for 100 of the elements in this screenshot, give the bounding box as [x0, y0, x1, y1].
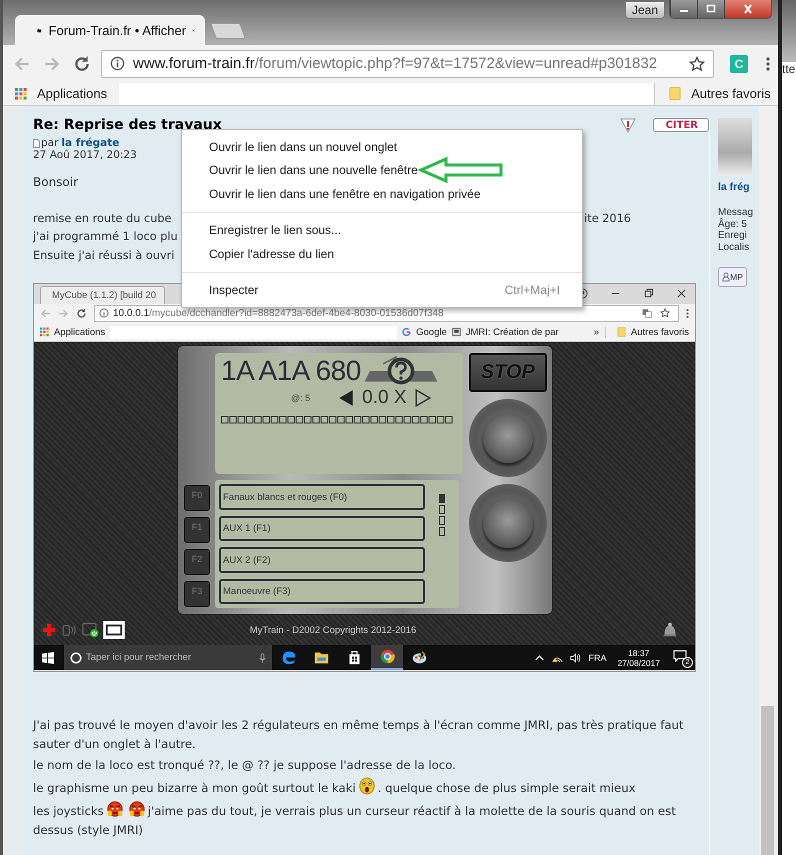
page-indicator[interactable] — [439, 516, 445, 526]
quote-button[interactable]: CITER — [652, 118, 709, 132]
angry-smiley-icon — [128, 800, 145, 818]
bookmark-link[interactable]: Applications — [54, 326, 106, 338]
clock-date[interactable]: 27/08/2017 — [617, 658, 660, 668]
maximize-button[interactable] — [697, 0, 724, 18]
more-bookmarks-button[interactable]: » — [594, 326, 606, 338]
profile-button[interactable]: Jean — [624, 1, 665, 19]
reload-icon[interactable] — [73, 54, 91, 72]
bookmark-link[interactable]: Autres favoris — [630, 326, 689, 338]
maximize-icon[interactable] — [705, 4, 717, 14]
profile-field: Âge: 5 — [718, 218, 759, 230]
close-button[interactable] — [724, 0, 771, 18]
address-bar[interactable]: www.forum-train.fr/forum/viewtopic.php?f=97&t=17572&view=unread#p301832 — [101, 50, 714, 78]
page-indicator[interactable] — [439, 527, 445, 536]
language-indicator[interactable]: FRA — [588, 652, 606, 663]
translate-icon[interactable] — [642, 308, 652, 318]
function-label[interactable]: AUX 1 (F1) — [219, 516, 425, 542]
report-icon[interactable] — [618, 117, 637, 133]
screen-icon[interactable] — [103, 621, 125, 640]
post-text: sauter d'un onglet à l'autre. — [33, 736, 196, 752]
post-text: Ensuite j'ai réussi à ouvri — [33, 248, 174, 262]
google-g-icon — [402, 327, 412, 338]
shopping-bag-icon[interactable] — [347, 650, 362, 666]
post-text: j'aime pas du tout, je verrais plus un curseur réactif à la molette de la souris quand on est — [148, 804, 676, 818]
photo-placeholder — [718, 118, 752, 176]
bookmark-link[interactable]: Autres favoris — [691, 86, 771, 101]
shocked-smiley-icon — [358, 776, 375, 794]
background-window-text: tte — [782, 62, 796, 76]
window-frame — [782, 0, 796, 62]
plus-icon[interactable] — [40, 621, 58, 640]
right-triangle-icon[interactable] — [414, 389, 431, 408]
menu-item[interactable]: Enregistrer le lien sous... — [182, 218, 582, 242]
paint-palette-icon[interactable] — [412, 650, 427, 666]
chrome-icon — [380, 649, 394, 664]
post-text: le nom de la loco est tronqué ??, le @ ?? je suppose l'adresse de la loco. — [33, 758, 456, 772]
menu-icon[interactable] — [686, 308, 689, 319]
author-link[interactable]: la frégate — [61, 137, 120, 149]
bookmark-link[interactable]: Google — [416, 326, 447, 338]
copyright-text: MyTrain - D2002 Copyrights 2012-2016 — [248, 624, 418, 636]
post-text: j'ai programmé 1 loco plu — [33, 230, 178, 244]
private-message-button[interactable]: MP — [718, 267, 747, 287]
menu-item[interactable]: Ouvrir le lien dans un nouvel onglet — [182, 135, 582, 158]
restore-icon[interactable] — [643, 288, 654, 300]
post-text: les joysticks — [33, 804, 104, 818]
menu-item[interactable]: Copier l'adresse du lien — [182, 242, 582, 266]
apps-grid-icon — [40, 327, 49, 338]
scrollbar[interactable] — [759, 106, 776, 855]
function-label[interactable]: Fanaux blancs et rouges (F0) — [219, 484, 425, 510]
page-indicator[interactable] — [439, 505, 445, 514]
function-label[interactable]: Manoeuvre (F3) — [219, 578, 425, 604]
page-icon — [452, 327, 461, 338]
menu-item[interactable]: Inspecter Ctrl+Maj+I — [182, 278, 582, 302]
speech-bubble-icon[interactable] — [673, 650, 687, 662]
speed-readout: 0.0 X — [362, 387, 407, 410]
arrow-annotation-icon — [418, 157, 504, 183]
close-icon[interactable] — [742, 4, 754, 14]
menu-item[interactable]: Ouvrir le lien dans une nouvelle fenêtre — [182, 158, 582, 182]
post-text: dessus (style JMRI) — [33, 822, 143, 838]
left-triangle-icon[interactable] — [338, 389, 354, 408]
folder-icon[interactable] — [314, 650, 329, 666]
reload-icon[interactable] — [76, 308, 87, 319]
post-text: . quelque chose de plus simple serait mieux — [378, 780, 636, 794]
apps-grid-icon[interactable] — [15, 88, 27, 100]
info-icon — [99, 308, 109, 318]
profile-name[interactable]: la frég — [718, 181, 759, 193]
chrome-taskbar-button[interactable] — [371, 645, 403, 670]
power-camera-icon[interactable] — [82, 621, 100, 640]
cortana-circle-icon — [70, 652, 82, 664]
page-indicator[interactable] — [439, 494, 445, 504]
edge-browser-icon[interactable] — [281, 650, 296, 666]
post-text: Bonsoir — [33, 175, 80, 189]
locomotive-name: 1A A1A 680 — [221, 355, 361, 388]
minimize-button[interactable] — [670, 0, 697, 18]
microphone-icon — [259, 652, 266, 663]
bookmark-link[interactable]: Applications — [37, 86, 108, 101]
folder-icon — [616, 327, 626, 338]
search-field[interactable]: Taper ici pour rechercher — [64, 645, 272, 670]
scrollbar-thumb[interactable] — [761, 706, 774, 855]
browser-tab[interactable]: Forum-Train.fr • Afficher — [15, 15, 205, 45]
star-icon[interactable] — [660, 308, 670, 318]
post-text: J'ai pas trouvé le moyen d'avoir les 2 régulateurs en même temps à l'écran comme JMRI, pas très pratique faut — [33, 716, 684, 734]
star-icon[interactable] — [689, 56, 705, 72]
bell-icon[interactable] — [661, 621, 679, 640]
bookmark-link[interactable]: JMRI: Création de par — [466, 326, 559, 338]
caret-up-icon[interactable] — [534, 652, 546, 663]
profile-field: Enregi — [718, 230, 759, 242]
angry-smiley-icon — [106, 800, 123, 818]
info-icon[interactable] — [110, 56, 125, 71]
function-label[interactable]: AUX 2 (F2) — [219, 547, 425, 573]
close-icon[interactable] — [676, 288, 687, 300]
locomotive-address: @: 5 — [291, 393, 310, 404]
post-title: Re: Reprise des travaux — [33, 117, 222, 133]
clock-time[interactable]: 18:37 — [628, 648, 650, 658]
speaker-icon[interactable] — [570, 652, 582, 663]
menu-item[interactable]: Ouvrir le lien dans une fenêtre en navigation privée — [182, 182, 582, 206]
windows-logo-icon[interactable] — [42, 652, 54, 664]
post-text: le graphisme un peu bizarre à mon goût surtout le kaki — [33, 780, 356, 794]
browser-tab[interactable]: MyCube (1.1.2) [build 20 — [40, 286, 165, 304]
menu-icon[interactable] — [766, 56, 770, 72]
